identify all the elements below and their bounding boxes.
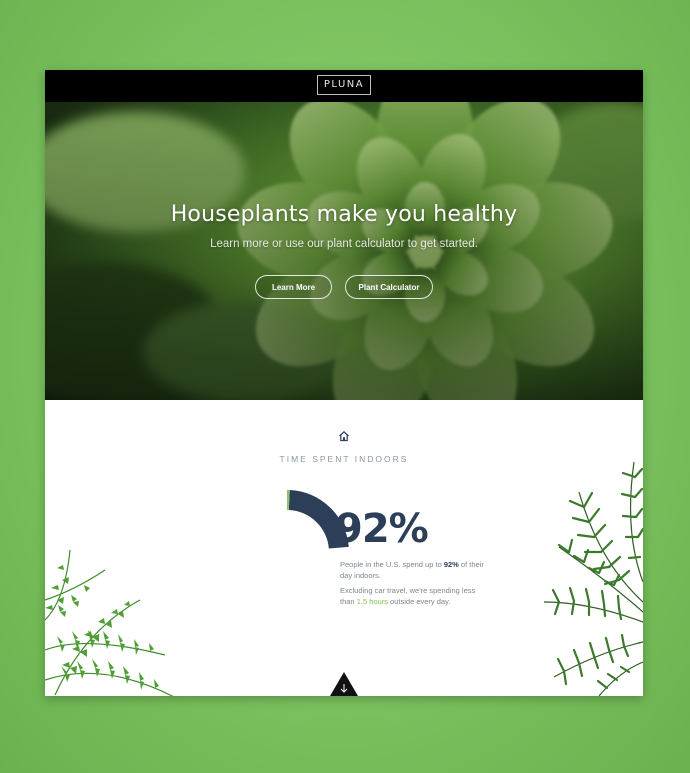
hero-subtitle: Learn more or use our plant calculator t… <box>210 238 478 250</box>
stat-paragraph-1: People in the U.S. spend up to 92% of th… <box>340 560 484 580</box>
house-icon <box>339 430 349 442</box>
hero-section: Houseplants make you healthy Learn more … <box>45 102 643 400</box>
learn-more-button[interactable]: Learn More <box>255 275 332 299</box>
fern-plant-image <box>45 549 174 696</box>
big-percentage: 92% <box>335 506 429 552</box>
logo[interactable]: PLUNA <box>317 75 371 95</box>
highlight-hours: 1.5 hours <box>356 597 388 606</box>
website-mockup: PLUNA Houseplants make you healthy Learn… <box>45 70 643 696</box>
plant-calculator-button[interactable]: Plant Calculator <box>345 275 433 299</box>
succulent-hero-image <box>45 102 643 400</box>
top-nav-bar: PLUNA <box>45 70 643 102</box>
palm-plant-image <box>543 461 643 696</box>
highlight-92-percent: 92% <box>443 560 459 569</box>
scroll-down-button[interactable] <box>330 672 358 696</box>
stat-paragraph-2: Excluding car travel, we're spending les… <box>340 586 476 606</box>
hero-title: Houseplants make you healthy <box>170 202 518 227</box>
